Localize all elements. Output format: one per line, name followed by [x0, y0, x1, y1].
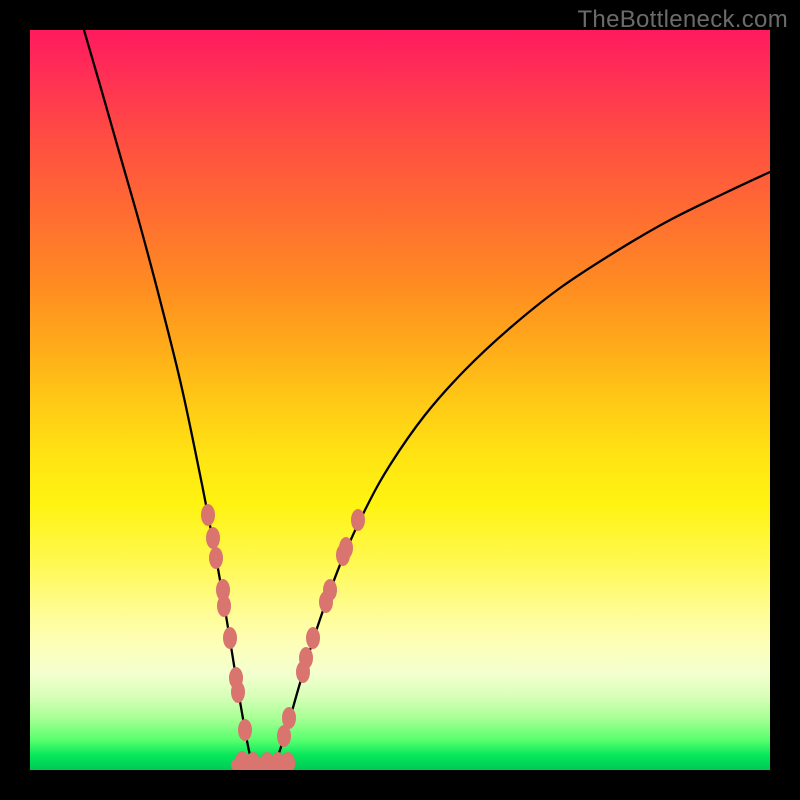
data-marker — [339, 537, 353, 559]
data-marker — [201, 504, 215, 526]
data-marker — [299, 647, 313, 669]
data-marker — [206, 527, 220, 549]
chart-svg — [30, 30, 770, 770]
data-marker — [351, 509, 365, 531]
data-marker — [238, 719, 252, 741]
data-marker — [217, 595, 231, 617]
chart-plot-area — [30, 30, 770, 770]
data-marker — [209, 547, 223, 569]
data-marker — [281, 752, 295, 770]
data-marker — [231, 681, 245, 703]
data-marker — [306, 627, 320, 649]
chart-frame: TheBottleneck.com — [0, 0, 800, 800]
data-marker — [323, 579, 337, 601]
series-right-curve — [275, 172, 770, 765]
series-left-curve — [84, 30, 254, 765]
data-marker — [282, 707, 296, 729]
data-marker — [223, 627, 237, 649]
data-marker — [246, 752, 260, 770]
